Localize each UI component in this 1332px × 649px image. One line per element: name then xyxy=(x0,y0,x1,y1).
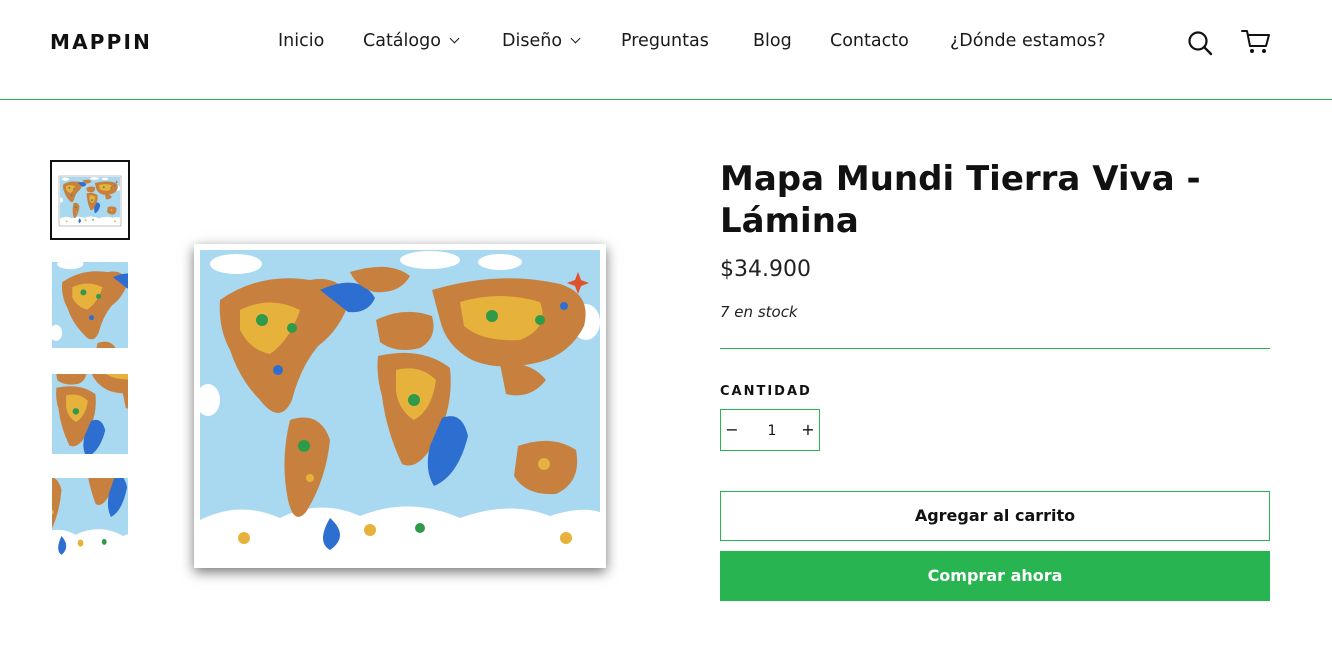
nav-contacto[interactable]: Contacto xyxy=(830,31,909,51)
world-map-thumbnail xyxy=(58,175,122,227)
quantity-stepper: − + xyxy=(720,409,820,452)
nav-blog[interactable]: Blog xyxy=(753,31,792,51)
product-thumbnail-1[interactable] xyxy=(50,160,130,240)
chevron-down-icon xyxy=(570,33,581,44)
nav-donde-estamos[interactable]: ¿Dónde estamos? xyxy=(950,31,1106,51)
nav-label: Preguntas xyxy=(621,31,709,51)
divider xyxy=(720,348,1270,349)
nav-label: Contacto xyxy=(830,31,909,51)
add-to-cart-button[interactable]: Agregar al carrito xyxy=(720,491,1270,541)
cart-icon[interactable] xyxy=(1240,28,1272,56)
nav-inicio[interactable]: Inicio xyxy=(278,31,324,51)
quantity-label: CANTIDAD xyxy=(720,384,812,399)
site-header: MAPPIN Inicio Catálogo Diseño Preguntas … xyxy=(0,0,1332,100)
nav-label: Catálogo xyxy=(363,31,441,51)
nav-label: Blog xyxy=(753,31,792,51)
product-thumbnail-2[interactable] xyxy=(52,262,128,348)
nav-label: Inicio xyxy=(278,31,325,51)
search-icon[interactable] xyxy=(1186,29,1214,57)
nav-catalogo[interactable]: Catálogo xyxy=(363,31,460,51)
main-product-image[interactable] xyxy=(194,244,606,568)
product-title: Mapa Mundi Tierra Viva - Lámina xyxy=(720,159,1201,241)
product-thumbnail-4[interactable] xyxy=(52,478,128,562)
buy-now-button[interactable]: Comprar ahora xyxy=(720,551,1270,601)
quantity-input[interactable] xyxy=(743,410,801,452)
stock-status: 7 en stock xyxy=(720,303,798,321)
nav-label: ¿Dónde estamos? xyxy=(950,31,1106,51)
map-detail-image xyxy=(52,478,128,562)
product-price: $34.900 xyxy=(720,257,811,282)
increment-button[interactable]: + xyxy=(797,410,819,450)
main-nav: Inicio Catálogo Diseño Preguntas Blog Co… xyxy=(0,31,1332,55)
nav-preguntas[interactable]: Preguntas xyxy=(621,31,709,51)
nav-diseno[interactable]: Diseño xyxy=(502,31,581,51)
decrement-button[interactable]: − xyxy=(721,410,743,450)
map-detail-image xyxy=(52,374,128,454)
product-thumbnail-3[interactable] xyxy=(52,374,128,454)
chevron-down-icon xyxy=(449,33,460,44)
nav-label: Diseño xyxy=(502,31,563,51)
map-detail-image xyxy=(52,262,128,348)
world-map-illustration xyxy=(200,250,600,562)
